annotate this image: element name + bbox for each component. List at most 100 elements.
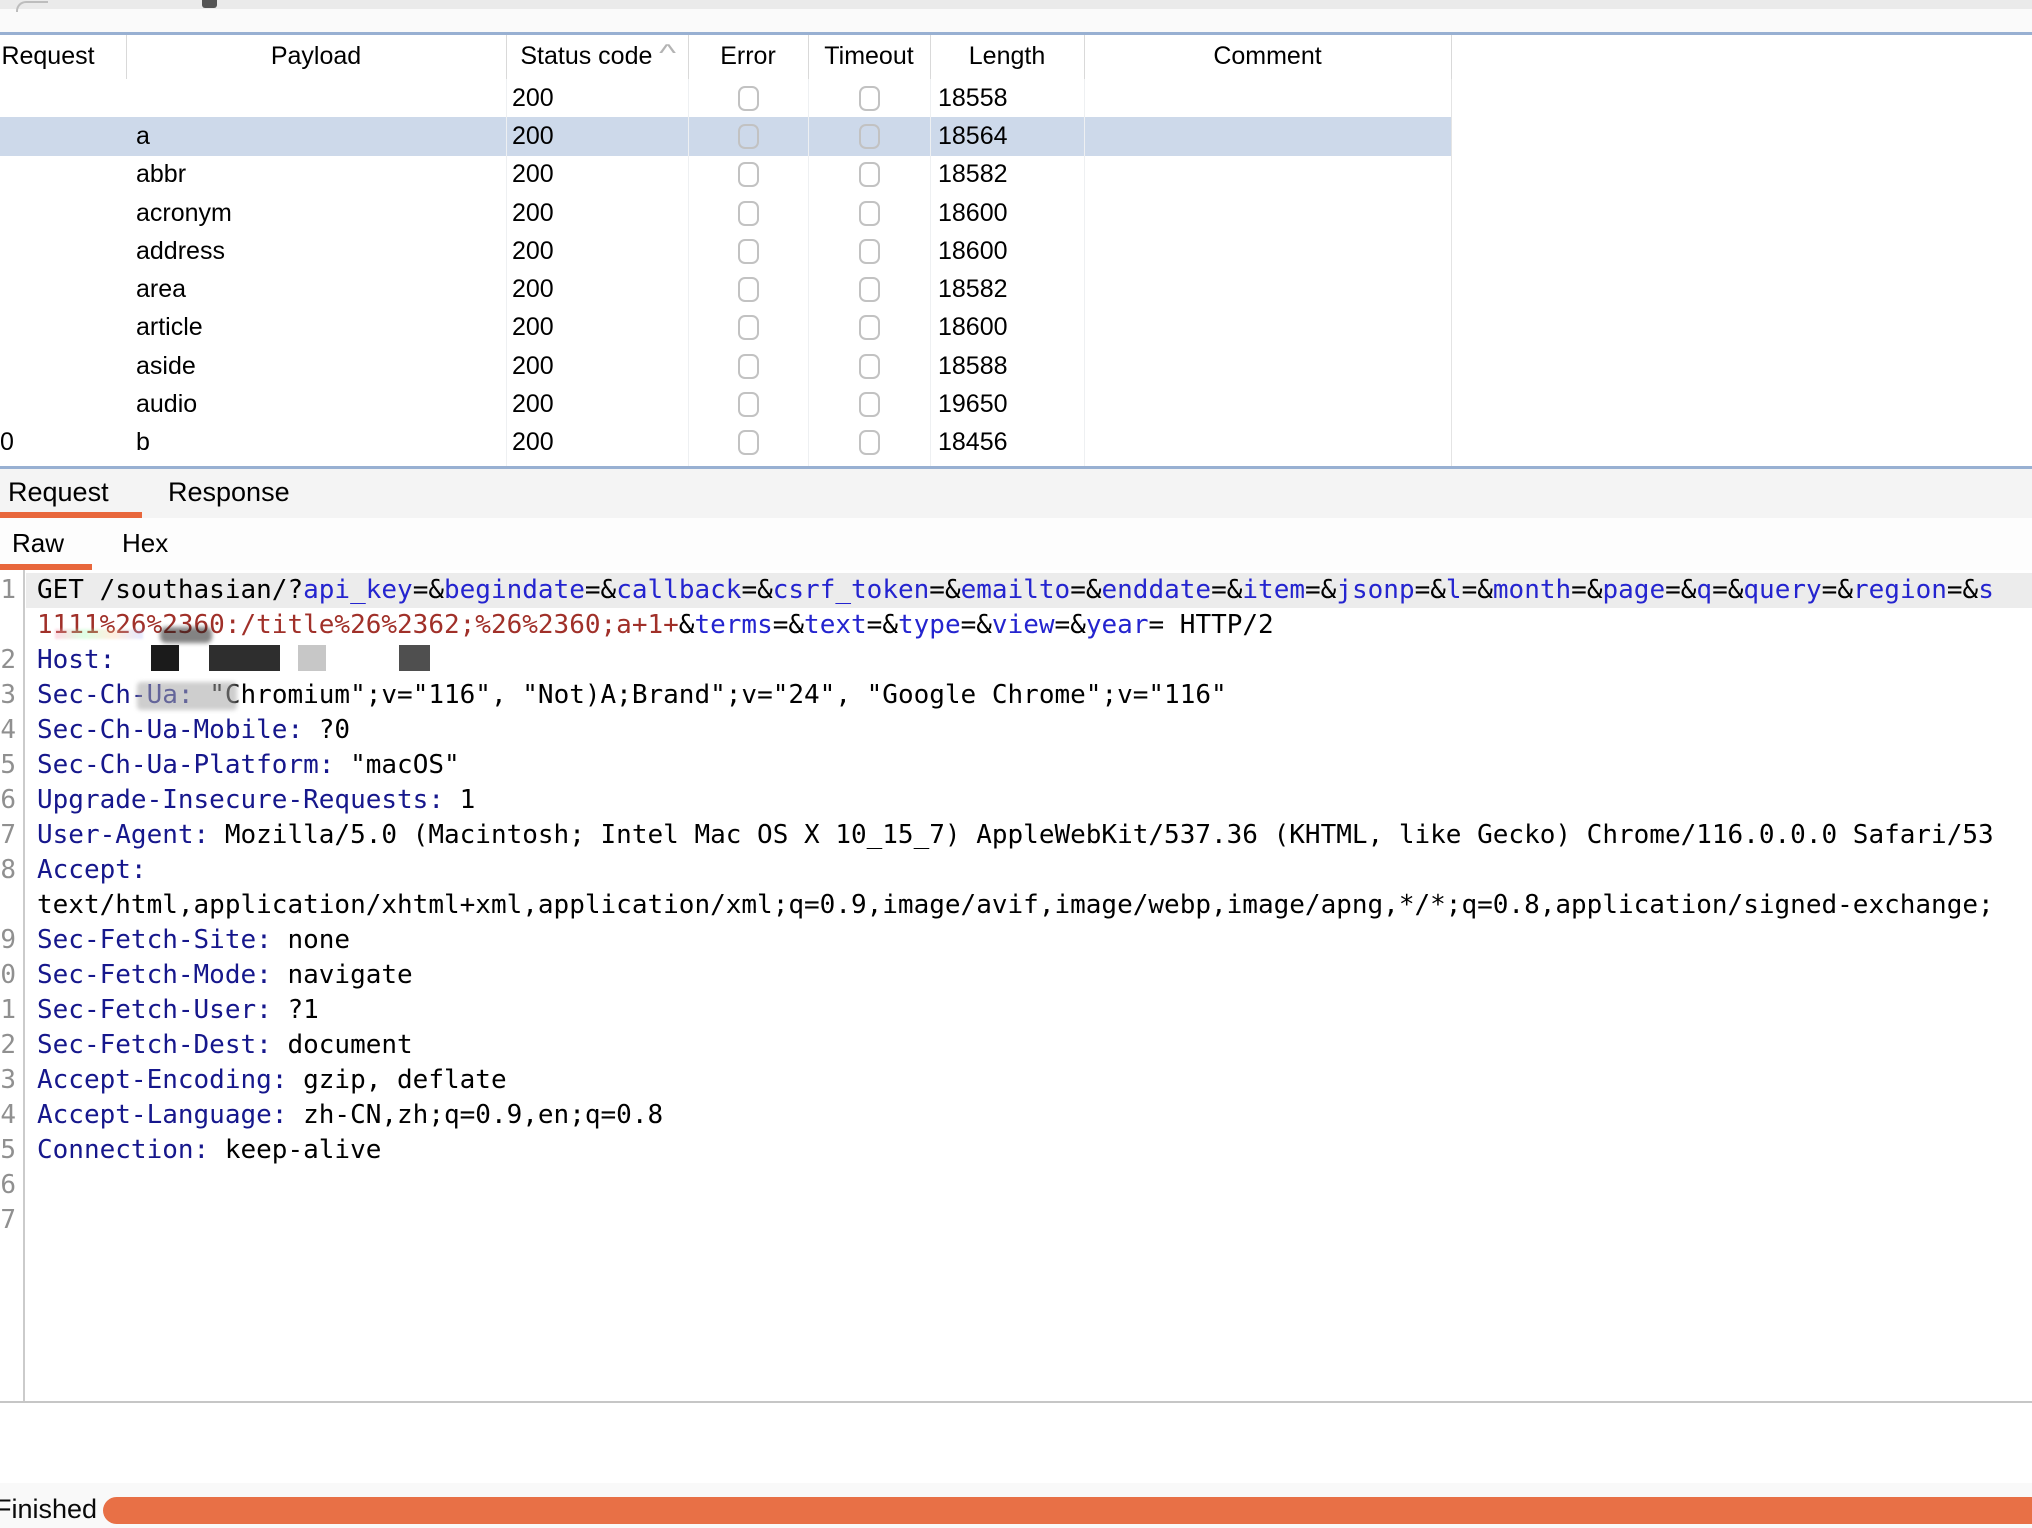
editor-line: 6 — [0, 1168, 2032, 1203]
results-table-header: Request Payload Status code^ Error Timeo… — [0, 35, 2032, 81]
message-tab-bar: Request Response — [0, 469, 2032, 520]
line-content: GET /southasian/?api_key=&begindate=&cal… — [37, 573, 1994, 608]
editor-line: 6Upgrade-Insecure-Requests: 1 — [0, 783, 2032, 818]
timeout-checkbox[interactable] — [859, 124, 880, 149]
column-header-payload[interactable]: Payload — [126, 35, 506, 77]
timeout-checkbox[interactable] — [859, 162, 880, 187]
timeout-checkbox[interactable] — [859, 86, 880, 111]
error-checkbox[interactable] — [738, 162, 759, 187]
table-row[interactable]: article20018600 — [0, 309, 2032, 347]
request-number-cell: 0 — [0, 424, 126, 462]
error-checkbox-cell — [688, 117, 808, 155]
column-header-status-code[interactable]: Status code^ — [506, 35, 688, 77]
request-number-cell — [0, 347, 126, 385]
window-top-strip-light — [0, 9, 2032, 32]
editor-line: 2Host: — [0, 643, 2032, 678]
line-number: 5 — [0, 748, 16, 783]
column-header-timeout[interactable]: Timeout — [808, 35, 930, 77]
comment-cell — [1084, 271, 1459, 309]
error-checkbox[interactable] — [738, 430, 759, 455]
length-cell: 19650 — [930, 385, 1092, 423]
error-checkbox[interactable] — [738, 201, 759, 226]
error-checkbox[interactable] — [738, 392, 759, 417]
line-number: 6 — [0, 783, 16, 818]
payload-cell: acronym — [126, 194, 516, 232]
comment-cell — [1084, 347, 1459, 385]
header-divider — [688, 35, 689, 79]
editor-line: 3Accept-Encoding: gzip, deflate — [0, 1063, 2032, 1098]
table-row[interactable]: 0b20018456 — [0, 424, 2032, 462]
column-divider — [930, 79, 931, 466]
line-content: 1111%26%2360:/title%26%2362;%26%2360;a+1… — [37, 608, 1274, 643]
column-header-comment[interactable]: Comment — [1084, 35, 1451, 77]
timeout-checkbox-cell — [808, 194, 930, 232]
payload-cell — [126, 79, 516, 117]
error-checkbox[interactable] — [738, 124, 759, 149]
timeout-checkbox[interactable] — [859, 315, 880, 340]
table-row[interactable]: audio20019650 — [0, 385, 2032, 423]
editor-line: 5Sec-Ch-Ua-Platform: "macOS" — [0, 748, 2032, 783]
error-checkbox[interactable] — [738, 277, 759, 302]
view-tab-bar: Raw Hex — [0, 518, 2032, 572]
line-content: Sec-Fetch-Mode: navigate — [37, 958, 413, 993]
line-content: text/html,application/xhtml+xml,applicat… — [37, 888, 1994, 923]
line-content: Accept: — [37, 853, 147, 888]
column-divider — [808, 79, 809, 466]
timeout-checkbox-cell — [808, 309, 930, 347]
burp-intruder-window: Request Payload Status code^ Error Timeo… — [0, 0, 2032, 1528]
timeout-checkbox[interactable] — [859, 430, 880, 455]
column-header-error[interactable]: Error — [688, 35, 808, 77]
error-checkbox[interactable] — [738, 86, 759, 111]
table-row[interactable]: acronym20018600 — [0, 194, 2032, 232]
line-number: 1 — [0, 993, 16, 1028]
timeout-checkbox[interactable] — [859, 201, 880, 226]
editor-line: 1Sec-Fetch-User: ?1 — [0, 993, 2032, 1028]
line-content: Accept-Encoding: gzip, deflate — [37, 1063, 507, 1098]
length-cell: 18600 — [930, 309, 1092, 347]
cropped-tab-corner — [16, 1, 48, 12]
payload-cell: area — [126, 271, 516, 309]
payload-cell: a — [126, 117, 516, 155]
editor-line: 8Accept: — [0, 853, 2032, 888]
redaction-blur — [137, 682, 237, 710]
comment-cell — [1084, 385, 1459, 423]
status-code-cell: 200 — [506, 347, 694, 385]
status-code-cell: 200 — [506, 271, 694, 309]
comment-cell — [1084, 156, 1459, 194]
table-row[interactable]: a20018564 — [0, 117, 1451, 155]
table-row[interactable]: abbr20018582 — [0, 156, 2032, 194]
error-checkbox[interactable] — [738, 239, 759, 264]
timeout-checkbox[interactable] — [859, 239, 880, 264]
table-row[interactable]: address20018600 — [0, 232, 2032, 270]
status-code-cell: 200 — [506, 232, 694, 270]
comment-cell — [1084, 117, 1459, 155]
status-code-cell: 200 — [506, 79, 694, 117]
comment-cell — [1084, 424, 1459, 462]
timeout-checkbox-cell — [808, 271, 930, 309]
error-checkbox-cell — [688, 309, 808, 347]
column-header-request[interactable]: Request — [0, 35, 126, 77]
table-row[interactable]: aside20018588 — [0, 347, 2032, 385]
line-content: Sec-Ch-Ua-Mobile: ?0 — [37, 713, 350, 748]
table-row[interactable]: 20018558 — [0, 79, 2032, 117]
column-header-length[interactable]: Length — [930, 35, 1084, 77]
request-editor[interactable]: 1 GET /southasian/?api_key=&begindate=&ca… — [0, 570, 2032, 1401]
timeout-checkbox[interactable] — [859, 354, 880, 379]
search-toolbar: ? ← → — [0, 1403, 2032, 1483]
request-number-cell — [0, 271, 126, 309]
error-checkbox[interactable] — [738, 315, 759, 340]
timeout-checkbox-cell — [808, 385, 930, 423]
tab-hex[interactable]: Hex — [122, 518, 168, 568]
error-checkbox[interactable] — [738, 354, 759, 379]
editor-line: 2Sec-Fetch-Dest: document — [0, 1028, 2032, 1063]
tab-request[interactable]: Request — [8, 469, 109, 516]
error-checkbox-cell — [688, 156, 808, 194]
header-divider — [506, 35, 507, 79]
line-number: 2 — [0, 1028, 16, 1063]
timeout-checkbox[interactable] — [859, 392, 880, 417]
table-row[interactable]: area20018582 — [0, 271, 2032, 309]
length-cell: 18456 — [930, 424, 1092, 462]
tab-raw[interactable]: Raw — [12, 518, 64, 568]
tab-response[interactable]: Response — [168, 469, 290, 516]
timeout-checkbox[interactable] — [859, 277, 880, 302]
